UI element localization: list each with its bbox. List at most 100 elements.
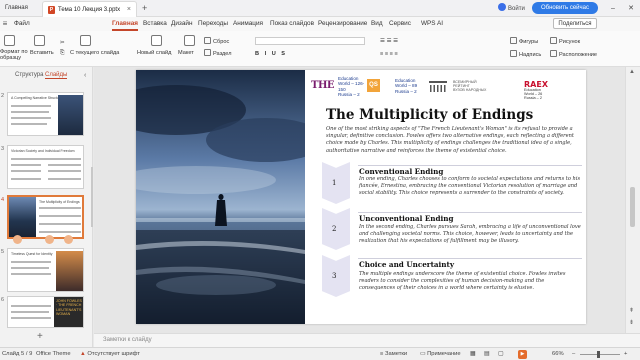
thumbnail-book-cover: JOHN FOWLES · THE FRENCH LIEUTENANT'S WO…	[54, 297, 83, 327]
thumbnail-action-icon[interactable]	[45, 235, 54, 244]
the-ranking-text: Education World – 126- 150 Russia – 2	[338, 76, 364, 98]
zoom-out-icon[interactable]: –	[572, 348, 575, 360]
notes-toggle[interactable]: ≡ Заметки	[380, 348, 407, 360]
section-icon	[204, 49, 211, 56]
reset-button[interactable]: Сброс	[204, 37, 229, 46]
file-menu[interactable]: Файл	[14, 17, 30, 31]
paragraph-align-icon[interactable]: ≡ ≡ ≡ ≡	[380, 50, 398, 58]
slide-thumbnail-selected[interactable]: The Multiplicity of Endings	[7, 195, 84, 239]
thumbnail-title: Victorian Society and Individual Freedom	[11, 149, 75, 153]
reading-view-icon[interactable]: ▢	[498, 348, 503, 360]
ranking-line: Russia – 2	[395, 88, 417, 94]
theme-name[interactable]: Office Theme	[36, 348, 71, 360]
menu-view[interactable]: Вид	[371, 17, 383, 31]
panel-scrollbar[interactable]	[91, 167, 93, 227]
close-tab-icon[interactable]: ×	[127, 2, 131, 18]
thumbnail-text-line	[39, 231, 81, 233]
row-divider	[358, 258, 582, 259]
picture-label: Рисунок	[559, 39, 581, 45]
thumbnail-action-icon[interactable]	[13, 235, 22, 244]
thumbnail-title: Timeless Quest for Identity	[11, 252, 53, 256]
shapes-button[interactable]: Фигуры	[510, 37, 538, 46]
menu-animation[interactable]: Анимация	[233, 17, 263, 31]
format-painter-button[interactable]: Формат по образцу	[0, 49, 30, 61]
previous-slide-icon[interactable]: ⇞	[629, 307, 634, 314]
arrange-button[interactable]: Расположение	[550, 50, 597, 59]
sorter-view-icon[interactable]: ▤	[484, 348, 489, 360]
layout-button[interactable]: Макет	[178, 49, 194, 57]
warning-icon: ▲	[80, 351, 86, 357]
title-bar: Главная P Тема 10 Лекция 3.pptx × + Войт…	[0, 0, 640, 17]
scroll-up-icon[interactable]: ▲	[629, 69, 635, 75]
current-slide[interactable]: THE Education World – 126- 150 Russia – …	[136, 70, 586, 324]
thumbnail-text-line	[11, 317, 51, 319]
next-slide-icon[interactable]: ⇟	[629, 319, 634, 326]
menu-insert[interactable]: Вставка	[143, 17, 167, 31]
thumbnail-action-icon[interactable]	[64, 235, 73, 244]
beach-photo-image	[136, 70, 305, 324]
paste-button[interactable]: Вставить	[30, 49, 54, 57]
textbox-icon	[510, 50, 517, 57]
file-menu-icon[interactable]: ≡	[0, 19, 10, 29]
document-tab[interactable]: P Тема 10 Лекция 3.pptx ×	[42, 1, 137, 17]
login-button[interactable]: Войти	[498, 3, 525, 14]
slide-number: 6	[1, 297, 5, 303]
tab-slides[interactable]: Слайды	[45, 72, 68, 79]
minimize-icon[interactable]: –	[604, 0, 622, 17]
cut-icon[interactable]: ✂	[60, 39, 65, 47]
slide-counter: Слайд 5 / 9	[2, 351, 33, 357]
slideshow-play-icon[interactable]: ▶	[518, 350, 527, 359]
format-painter-icon[interactable]	[4, 35, 15, 46]
shapes-icon	[510, 37, 517, 44]
menu-wps-ai[interactable]: WPS AI	[421, 17, 443, 31]
from-current-slide-button[interactable]: С текущего слайда	[70, 49, 119, 57]
slide-thumbnail[interactable]: Timeless Quest for Identity	[7, 248, 84, 292]
update-now-button[interactable]: Обновить сейчас	[532, 2, 598, 14]
comment-toggle-label: Примечание	[427, 351, 461, 357]
menu-design[interactable]: Дизайн	[171, 17, 192, 31]
menu-home[interactable]: Главная	[112, 17, 138, 31]
zoom-in-icon[interactable]: +	[624, 348, 627, 360]
new-tab-button[interactable]: +	[142, 1, 147, 16]
thumbnail-title: A Compelling Narrative Structure	[11, 96, 62, 100]
zoom-slider[interactable]	[580, 354, 620, 355]
new-slide-icon[interactable]	[151, 35, 162, 46]
zoom-level[interactable]: 66%	[552, 348, 564, 360]
missing-font-status[interactable]: ▲ Отсутствует шрифт	[80, 348, 140, 360]
slide-thumbnail[interactable]: Victorian Society and Individual Freedom	[7, 145, 84, 189]
paste-icon[interactable]	[34, 35, 45, 46]
close-window-icon[interactable]: ✕	[622, 0, 640, 17]
share-button[interactable]: Поделиться	[553, 18, 597, 29]
copy-icon[interactable]: ⎘	[60, 49, 64, 57]
home-tab[interactable]: Главная	[2, 2, 40, 15]
menu-tools[interactable]: Сервис	[389, 17, 411, 31]
thumbnail-image	[9, 197, 36, 237]
layout-icon[interactable]	[184, 35, 195, 46]
section-button[interactable]: Раздел	[204, 49, 232, 58]
new-slide-button[interactable]: Новый слайд	[137, 49, 171, 57]
notes-area[interactable]: Заметки к слайду	[94, 333, 640, 347]
item-title: Unconventional Ending	[359, 214, 454, 223]
scrollbar-thumb[interactable]	[630, 187, 635, 227]
slides-panel: Структура Слайды ‹ 2 A Compelling Narrat…	[0, 67, 93, 347]
menu-slideshow[interactable]: Показ слайдов	[270, 17, 314, 31]
font-name-select[interactable]	[255, 37, 365, 45]
zoom-slider-thumb[interactable]	[597, 351, 600, 358]
slide-thumbnail[interactable]: A Compelling Narrative Structure	[7, 92, 84, 136]
notes-placeholder: Заметки к слайду	[103, 337, 152, 343]
slide-thumbnail[interactable]: JOHN FOWLES · THE FRENCH LIEUTENANT'S WO…	[7, 296, 84, 328]
ribbon-toolbar: Формат по образцу Вставить ✂ ⎘ С текущег…	[0, 31, 640, 67]
picture-button[interactable]: Рисунок	[550, 37, 580, 46]
menu-transitions[interactable]: Переходы	[198, 17, 228, 31]
tab-outline[interactable]: Структура	[15, 72, 43, 78]
play-from-slide-icon[interactable]	[80, 35, 91, 46]
vertical-scrollbar[interactable]: ▲ ⇞ ⇟	[625, 67, 640, 333]
font-style-buttons[interactable]: B I U S	[255, 50, 287, 58]
collapse-panel-icon[interactable]: ‹	[84, 72, 86, 79]
add-slide-icon[interactable]: +	[37, 331, 43, 342]
comment-toggle[interactable]: ▭ Примечание	[420, 348, 461, 360]
normal-view-icon[interactable]: ▦	[470, 348, 475, 360]
paragraph-list-icon[interactable]: ☰ ☰ ☰	[380, 37, 398, 45]
textbox-button[interactable]: Надпись	[510, 50, 541, 59]
menu-review[interactable]: Рецензирование	[318, 17, 367, 31]
